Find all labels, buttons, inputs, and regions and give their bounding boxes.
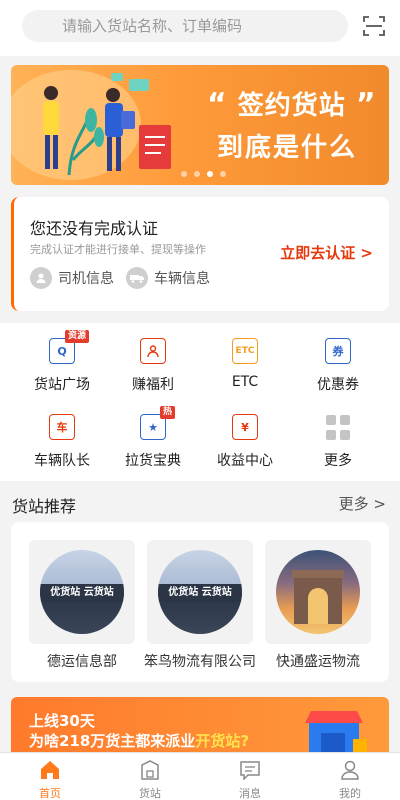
grid-item-coupon[interactable]: 券 优惠券 [288, 325, 388, 395]
grid-label: ETC [231, 374, 259, 390]
grid-item-guide[interactable]: ★ 热 拉货宝典 [103, 401, 203, 471]
grid-item-fleet[interactable]: 车 车辆队长 [12, 401, 112, 471]
fleet-icon: 车 [49, 414, 75, 440]
promo-banner[interactable]: “ 签约货站 ” 到底是什么 [11, 65, 389, 185]
scan-icon[interactable] [362, 14, 386, 38]
welfare-icon [140, 338, 166, 364]
grid-label: 车辆队长 [34, 453, 90, 469]
home-icon [41, 761, 59, 779]
etc-icon: ETC [232, 338, 258, 364]
tab-home[interactable]: 首页 [0, 753, 100, 800]
grid-item-welfare[interactable]: 赚福利 [103, 325, 203, 395]
banner-title-line1: “ 签约货站 ” [207, 87, 377, 122]
banner-title-line2: 到底是什么 [217, 133, 358, 163]
vehicle-info-button[interactable]: 车辆信息 [126, 267, 210, 289]
grid-item-etc[interactable]: ETC ETC [195, 325, 295, 395]
grid-label: 赚福利 [132, 377, 174, 393]
station-photo: 优货站 云货站 [40, 550, 124, 634]
badge-resource: 资源 [65, 330, 90, 343]
carousel-dots [181, 171, 226, 177]
grid-label: 货站广场 [34, 377, 90, 393]
station-sign: 优货站 云货站 [40, 584, 124, 602]
grid-item-plaza[interactable]: Q 资源 货站广场 [12, 325, 112, 395]
station-name[interactable]: 笨鸟物流有限公司 [135, 651, 265, 671]
grid-label: 收益中心 [217, 453, 273, 469]
plaza-icon: Q 资源 [49, 330, 90, 364]
banner-illustration [11, 70, 171, 180]
driver-info-label: 司机信息 [58, 271, 114, 287]
tab-label: 首页 [39, 787, 61, 800]
driver-icon [30, 267, 52, 289]
station-name[interactable]: 快通盛运物流 [253, 651, 383, 671]
station-card[interactable]: 优货站 云货站 [29, 540, 135, 644]
verify-now-link[interactable]: 立即去认证 > [280, 242, 373, 263]
driver-info-button[interactable]: 司机信息 [30, 267, 114, 289]
station-card[interactable] [265, 540, 371, 644]
auth-card: 您还没有完成认证 完成认证才能进行接单、提现等操作 立即去认证 > 司机信息 车… [11, 197, 389, 311]
station-photo: 优货站 云货站 [158, 550, 242, 634]
coupon-icon: 券 [325, 338, 351, 364]
vehicle-icon [126, 267, 148, 289]
message-icon [240, 761, 260, 781]
vehicle-info-label: 车辆信息 [154, 271, 210, 287]
grid-item-income[interactable]: ¥ 收益中心 [195, 401, 295, 471]
auth-title: 您还没有完成认证 [30, 219, 159, 238]
grid-label: 拉货宝典 [125, 453, 181, 469]
profile-icon [341, 760, 359, 780]
carousel-dot[interactable] [220, 171, 226, 177]
recommend-header: 货站推荐 更多 > [0, 490, 400, 516]
promo-line1: 上线30天 [29, 712, 95, 730]
recommend-more-link[interactable]: 更多 > [339, 493, 386, 514]
tab-messages[interactable]: 消息 [200, 753, 300, 800]
arch-icon [292, 570, 344, 624]
promo-line2: 为啥218万货主都来派业开货站? [29, 732, 250, 750]
badge-hot: 热 [160, 406, 176, 419]
tab-label: 货站 [139, 787, 161, 800]
station-name[interactable]: 德运信息部 [17, 651, 147, 671]
recommend-panel: 优货站 云货站 德运信息部 优货站 云货站 笨鸟物流有限公司 快通盛运物流 [11, 522, 389, 682]
carousel-dot[interactable] [194, 171, 200, 177]
tab-label: 我的 [339, 787, 361, 800]
grid-label: 更多 [324, 453, 352, 469]
more-grid-icon [325, 414, 351, 440]
carousel-dot[interactable] [181, 171, 187, 177]
tab-label: 消息 [239, 787, 261, 800]
auth-subtitle: 完成认证才能进行接单、提现等操作 [30, 243, 206, 256]
guide-icon: ★ 热 [140, 406, 176, 440]
search-bar [0, 0, 400, 56]
grid-label: 优惠券 [317, 377, 359, 393]
grid-item-more[interactable]: 更多 [288, 401, 388, 471]
income-icon: ¥ [232, 414, 258, 440]
station-card[interactable]: 优货站 云货站 [147, 540, 253, 644]
carousel-dot-active[interactable] [207, 171, 213, 177]
feature-grid: Q 资源 货站广场 赚福利 ETC ETC 券 优惠券 车 车辆队长 ★ 热 拉… [0, 323, 400, 481]
bottom-promo-banner[interactable]: 上线30天 为啥218万货主都来派业开货站? [11, 697, 389, 757]
bottom-tab-bar: 首页 货站 消息 我的 [0, 752, 400, 800]
station-sign: 优货站 云货站 [158, 584, 242, 602]
recommend-title: 货站推荐 [12, 497, 77, 516]
station-photo [276, 550, 360, 634]
station-icon [141, 760, 159, 780]
shop-icon [305, 711, 367, 757]
tab-profile[interactable]: 我的 [300, 753, 400, 800]
search-input[interactable] [22, 10, 348, 42]
tab-station[interactable]: 货站 [100, 753, 200, 800]
